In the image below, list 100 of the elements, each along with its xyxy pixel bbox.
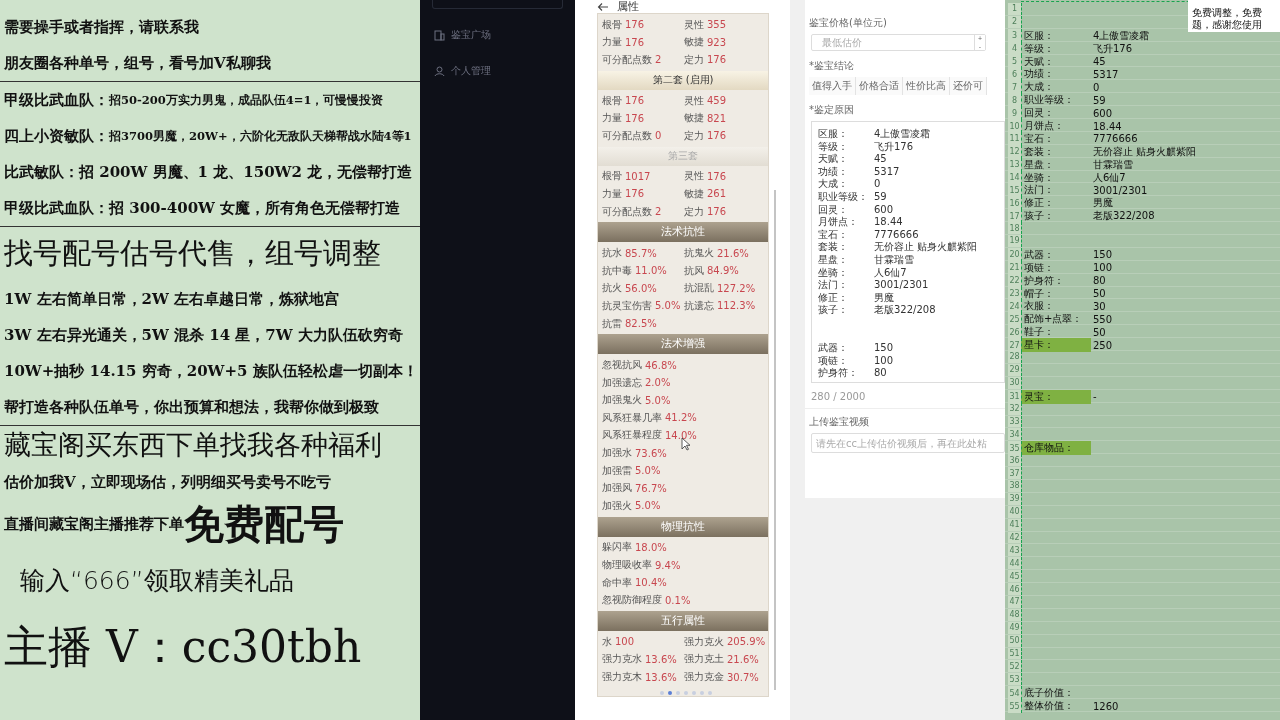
- notice-text: 题，感谢您使用: [1192, 19, 1263, 31]
- stat-value: 13.6%: [645, 653, 677, 665]
- page-dot[interactable]: [684, 690, 688, 695]
- stat-label: 可分配点数: [602, 53, 652, 67]
- panel-title: 属性: [617, 0, 639, 14]
- stat-value: 2: [655, 206, 662, 218]
- stat-label: 敏捷: [684, 35, 704, 50]
- sheet-cell: 护身符：: [1021, 273, 1091, 288]
- page-dot[interactable]: [668, 690, 672, 695]
- stat-label: 抗火: [602, 281, 622, 296]
- cursor-icon: [681, 437, 691, 451]
- stat-value: 10.4%: [635, 577, 667, 589]
- scrollbar[interactable]: [774, 190, 776, 690]
- stat-value: 112.3%: [717, 300, 756, 312]
- row-number: 28: [1008, 351, 1021, 363]
- set-header: 第二套 (启用): [598, 70, 768, 90]
- row-number: 44: [1008, 557, 1021, 570]
- section-header: 物理抗性: [598, 516, 768, 537]
- row-number: 15: [1008, 183, 1021, 198]
- promo-text: 估价加我V，立即现场估，列明细买号卖号不吃亏: [4, 472, 331, 492]
- row-number: 16: [1008, 196, 1021, 211]
- row-number: 10: [1008, 119, 1021, 133]
- stat-label: 风系狂暴几率: [602, 410, 662, 425]
- stat-label: 抗灵宝伤害: [602, 298, 652, 313]
- row-number: 54: [1008, 686, 1021, 701]
- stat-value: 176: [625, 188, 645, 200]
- sheet-cell-text: 老版322/208: [1092, 209, 1156, 224]
- stat-label: 加强火: [602, 498, 632, 513]
- stat-value: 176: [707, 170, 727, 182]
- stat-value: 56.0%: [625, 282, 657, 294]
- sheet-cell-text: 1260: [1092, 699, 1120, 714]
- video-link-field[interactable]: 请先在cc上传估价视频后，再在此处粘: [811, 433, 1005, 453]
- row-number: 18: [1008, 222, 1021, 235]
- promo-text: 找号配号估号代售，组号调整: [4, 235, 381, 272]
- stat-value: 82.5%: [625, 318, 657, 329]
- sheet-cell: 星卡：: [1021, 338, 1091, 353]
- sidebar-item[interactable]: 个人管理: [430, 61, 497, 81]
- stat-value: 0.1%: [665, 594, 691, 606]
- stat-value: 2.0%: [645, 377, 671, 389]
- stat-label: 抗水: [602, 246, 622, 261]
- option-button[interactable]: 值得入手: [809, 77, 856, 95]
- sheet-cell-text: 7776666: [1092, 132, 1139, 146]
- sheet-cell: 整体价值：: [1021, 699, 1091, 714]
- stat-value: 176: [625, 19, 645, 31]
- promo-text: 需要操手或者指挥，请联系我: [4, 17, 199, 37]
- stat-value: 73.6%: [635, 447, 667, 459]
- sheet-cell: 项链：: [1021, 260, 1091, 275]
- stat-value: 459: [707, 95, 727, 107]
- stat-value: 0: [655, 130, 662, 142]
- sheet-cell: 仓库物品：: [1021, 441, 1091, 456]
- stat-label: 抗鬼火: [684, 246, 714, 261]
- option-button[interactable]: 性价比高: [903, 77, 950, 95]
- sheet-cell: 区服：: [1021, 28, 1091, 43]
- row-number: 19: [1008, 235, 1021, 247]
- stat-value: 84.9%: [707, 265, 739, 277]
- stat-label: 根骨: [602, 93, 622, 108]
- sheet-cell: 坐骑：: [1021, 170, 1091, 185]
- row-number: 45: [1008, 570, 1021, 583]
- sheet-cell-text: 甘霖瑞雪: [1092, 157, 1134, 172]
- option-button[interactable]: 价格合适: [856, 77, 903, 95]
- stat-label: 敏捷: [684, 186, 704, 201]
- page-dot[interactable]: [700, 690, 704, 695]
- field-label: *鉴定原因: [809, 103, 855, 117]
- option-button[interactable]: 还价可: [950, 77, 987, 95]
- stat-value: 5.0%: [655, 300, 681, 312]
- page-dot[interactable]: [692, 690, 696, 695]
- stat-value: 5.0%: [635, 500, 661, 512]
- stat-label: 力量: [602, 186, 622, 201]
- stat-label: 躲闪率: [602, 540, 632, 555]
- sheet-cell-text: -: [1092, 390, 1098, 404]
- sheet-cell-text: 250: [1092, 338, 1114, 353]
- sidebar-item[interactable]: 鉴宝广场: [430, 25, 497, 45]
- sheet-cell-text: 5317: [1092, 67, 1120, 82]
- stat-value: 11.0%: [635, 265, 667, 277]
- stat-value: 76.7%: [635, 482, 667, 494]
- stat-value: 46.8%: [645, 359, 677, 371]
- stat-label: 灵性: [684, 17, 704, 32]
- stat-label: 加强遗忘: [602, 375, 642, 390]
- row-number: 9: [1008, 106, 1021, 121]
- stat-value: 821: [707, 112, 727, 124]
- sheet-cell: 宝石：: [1021, 131, 1091, 146]
- stat-value: 1017: [625, 170, 651, 182]
- reason-field[interactable]: 区服： 4上傲雪凌霜 等级： 飞升176 天赋： 45 功绩： 5317 大成： 0 职业等级： 59 回灵： 600 月饼点： 18.44 宝石： 7776666 套装： 无价容止 贴身火麒紫阳 星盘： 甘霖瑞雪 坐骑： 人6仙7 法门： 3001/2301 修正： 男魔 孩子： 老版322/208 武器： 150 项链： 100 护身符： 80: [811, 121, 1005, 383]
- promo-text: 甲级比武血队：: [4, 90, 109, 110]
- row-number: 37: [1008, 467, 1021, 479]
- stat-label: 根骨: [602, 169, 622, 184]
- stat-label: 风系狂暴程度: [602, 428, 662, 443]
- row-number: 53: [1008, 673, 1021, 686]
- stat-value: 176: [625, 36, 645, 48]
- promo-text: 3W 左右异光通关，5W 混杀 14 星，7W 大力队伍砍穷奇: [4, 325, 403, 345]
- promo-text: 帮打造各种队伍单号，你出预算和想法，我帮你做到极致: [4, 397, 379, 417]
- row-number: 6: [1008, 67, 1021, 82]
- page-dot[interactable]: [660, 690, 664, 695]
- field-label: 上传鉴宝视频: [809, 415, 870, 429]
- page-dot[interactable]: [708, 690, 712, 695]
- promo-text: 1W 左右简单日常，2W 左右卓越日常，炼狱地宫: [4, 289, 339, 309]
- search-box[interactable]: [432, 0, 563, 9]
- sheet-cell-text: 3001/2301: [1092, 183, 1149, 198]
- page-dot[interactable]: [676, 690, 680, 695]
- promo-text: 四上小资敏队：: [4, 126, 109, 146]
